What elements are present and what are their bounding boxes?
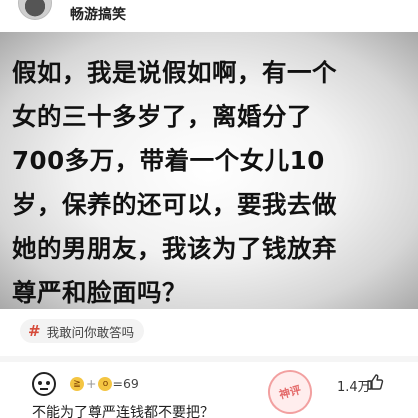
post-header: 畅游搞笑 (0, 0, 418, 28)
comment-text: 不能为了尊严连钱都不要把？ (32, 405, 214, 418)
meme-text-line: 尊严和脸面吗？ (12, 278, 187, 307)
topic-tag[interactable]: # 我敢问你敢答吗 (20, 319, 145, 343)
topic-bar: # 我敢问你敢答吗 (0, 309, 418, 355)
hash-icon: # (28, 322, 41, 340)
surprised-emoji-icon: o (98, 376, 113, 391)
meme-text-line: 女的三十多岁了，离婚分了 (12, 102, 312, 131)
author-avatar[interactable] (18, 0, 52, 20)
hot-comment-stamp: 神评 (263, 365, 317, 418)
meme-image[interactable]: 假如，我是说假如啊，有一个 女的三十多岁了，离婚分了 700多万，带着一个女儿1… (0, 32, 418, 309)
plus-icon: + (86, 376, 97, 391)
meme-text-line: 700多万，带着一个女儿10 (12, 146, 325, 175)
top-comment[interactable]: ≧ + o =69 神评 1.4万 不能为了尊严连钱都不要把？ (0, 362, 418, 418)
thumbs-up-icon[interactable] (366, 373, 384, 391)
author-name[interactable]: 畅游搞笑 (70, 4, 126, 24)
reaction-count: =69 (112, 376, 139, 391)
commenter-avatar[interactable] (32, 372, 56, 396)
meme-text-line: 她的男朋友，我该为了钱放弃 (12, 234, 337, 263)
meme-text-line: 岁，保养的还可以，要我去做 (12, 190, 337, 219)
meme-text-line: 假如，我是说假如啊，有一个 (12, 58, 337, 87)
reaction-summary: ≧ + o =69 (70, 376, 139, 391)
laugh-emoji-icon: ≧ (70, 376, 84, 391)
topic-label: 我敢问你敢答吗 (46, 324, 135, 340)
